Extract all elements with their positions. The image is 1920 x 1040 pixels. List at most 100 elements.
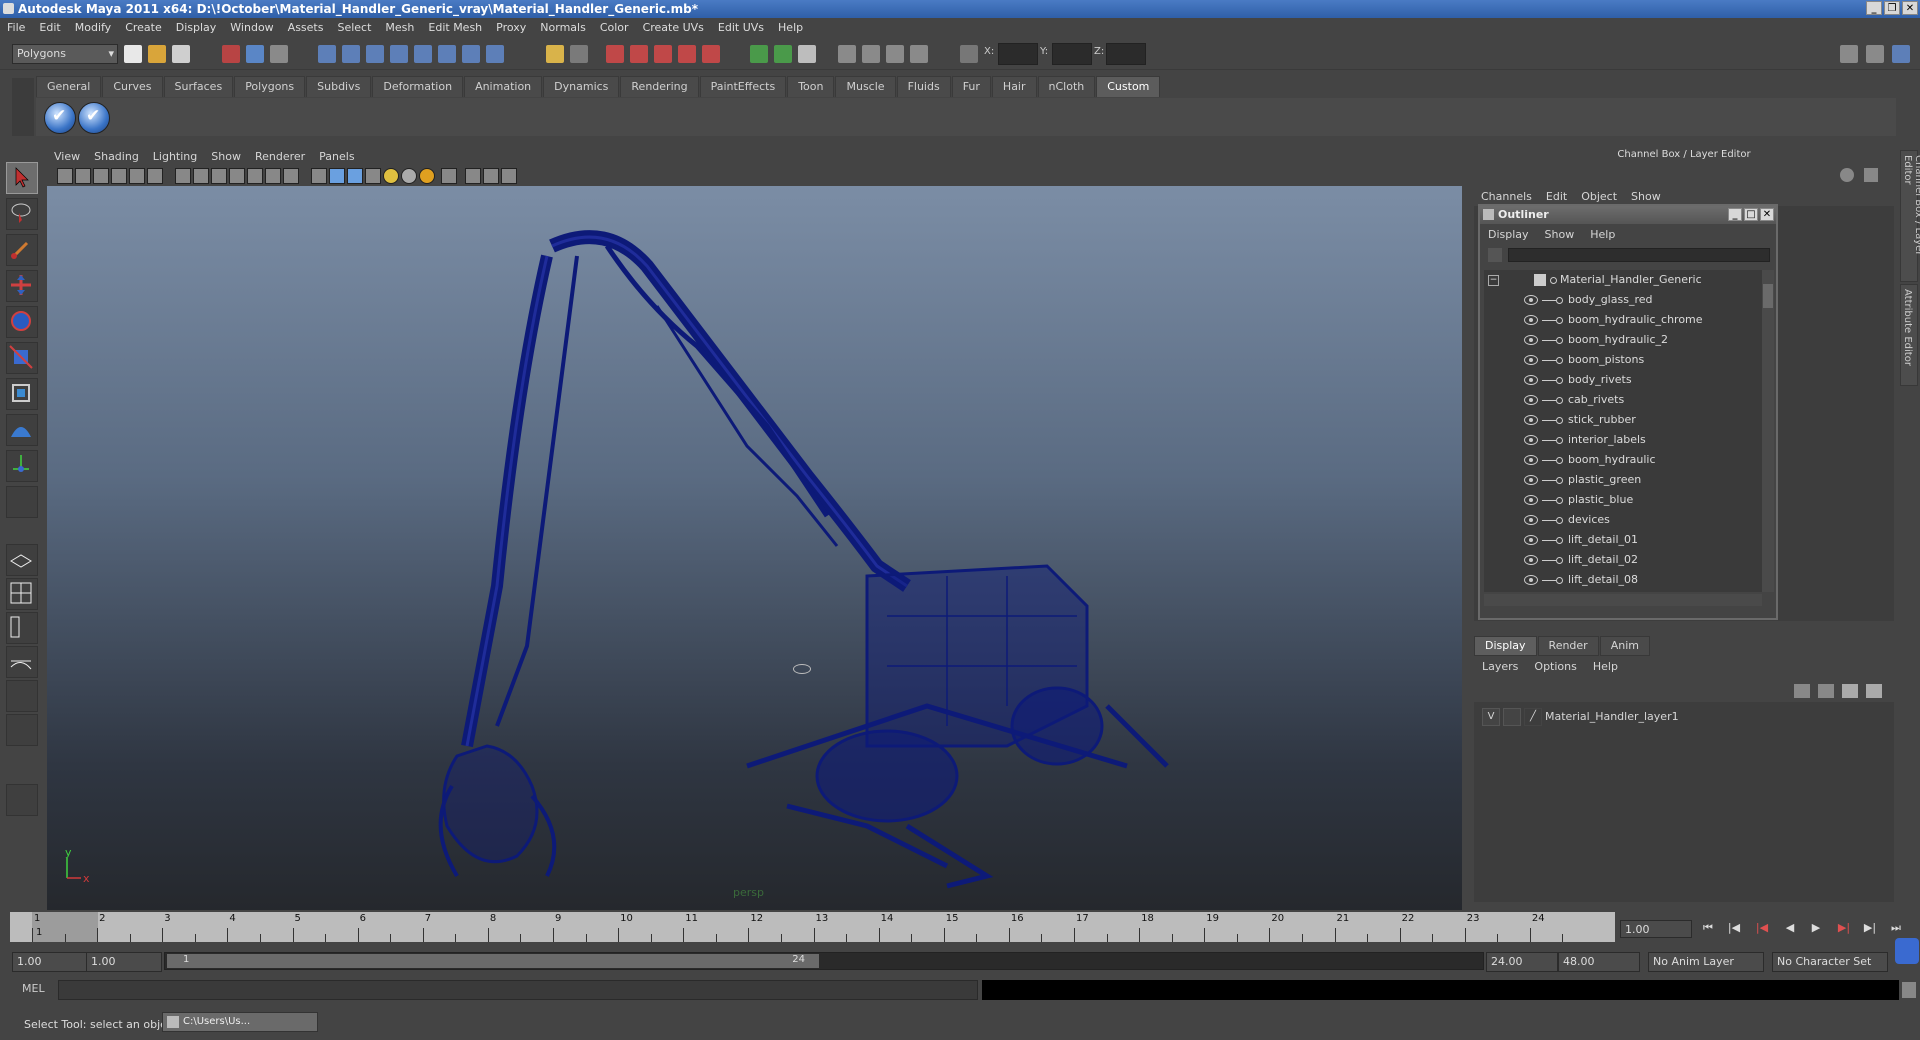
- close-button[interactable]: ✕: [1902, 1, 1918, 15]
- channel-box-pin-icon[interactable]: [1864, 168, 1878, 182]
- restore-button[interactable]: ❐: [1884, 1, 1900, 15]
- outliner-menu-show[interactable]: Show: [1537, 226, 1583, 244]
- minimize-button[interactable]: _: [1866, 1, 1882, 15]
- camera-select-icon[interactable]: [57, 168, 73, 184]
- snap-point-icon[interactable]: [366, 45, 384, 63]
- outliner-item[interactable]: devices: [1484, 510, 1764, 530]
- outliner-filter-icon[interactable]: [1488, 248, 1502, 262]
- perspective-viewport[interactable]: y x persp: [47, 186, 1462, 910]
- menu-proxy[interactable]: Proxy: [489, 18, 533, 38]
- input-ops-icon[interactable]: [570, 45, 588, 63]
- new-empty-layer-icon[interactable]: [1842, 684, 1858, 698]
- tab-toon[interactable]: Toon: [787, 76, 835, 97]
- toggle-attribute-editor-icon[interactable]: [1840, 45, 1858, 63]
- tab-muscle[interactable]: Muscle: [835, 76, 896, 97]
- layer-menu-layers[interactable]: Layers: [1474, 658, 1526, 676]
- panel-menu-panels[interactable]: Panels: [312, 148, 361, 166]
- menu-display[interactable]: Display: [169, 18, 224, 38]
- tab-surfaces[interactable]: Surfaces: [163, 76, 234, 97]
- tab-custom[interactable]: Custom: [1096, 76, 1161, 97]
- menu-help[interactable]: Help: [771, 18, 810, 38]
- tab-attribute-editor[interactable]: Attribute Editor: [1900, 284, 1918, 386]
- outliner-titlebar[interactable]: Outliner _ □ ✕: [1480, 206, 1776, 224]
- paint-select-tool-icon[interactable]: [6, 234, 38, 266]
- panel-menu-lighting[interactable]: Lighting: [146, 148, 204, 166]
- textured-icon[interactable]: [283, 168, 299, 184]
- outliner-horizontal-scrollbar[interactable]: [1484, 594, 1762, 606]
- all-lights-icon[interactable]: [401, 168, 417, 184]
- outliner-maximize-button[interactable]: □: [1744, 208, 1758, 221]
- cb-menu-show[interactable]: Show: [1624, 190, 1668, 203]
- scroll-thumb[interactable]: [1763, 284, 1773, 308]
- outliner-filter-field[interactable]: [1508, 248, 1770, 262]
- soft-modification-icon[interactable]: [6, 414, 38, 446]
- outliner-item[interactable]: body_rivets: [1484, 370, 1764, 390]
- outliner-item[interactable]: boom_pistons: [1484, 350, 1764, 370]
- outliner-item[interactable]: lift_detail_02: [1484, 550, 1764, 570]
- menu-edit-uvs[interactable]: Edit UVs: [711, 18, 771, 38]
- help-icon[interactable]: [486, 45, 504, 63]
- menu-select[interactable]: Select: [330, 18, 378, 38]
- menu-edit[interactable]: Edit: [32, 18, 67, 38]
- share-view-icon[interactable]: [501, 168, 517, 184]
- render-current-icon[interactable]: [750, 45, 768, 63]
- tab-fur[interactable]: Fur: [951, 76, 991, 97]
- grid-toggle-icon[interactable]: [129, 168, 145, 184]
- tab-display-layers[interactable]: Display: [1474, 636, 1537, 656]
- tab-ncloth[interactable]: nCloth: [1037, 76, 1096, 97]
- gate-mask-icon[interactable]: [193, 168, 209, 184]
- time-slider[interactable]: 1 1 2 3 4 5 6 7 8 9 10 11 12 13 14 15 16 17 18 19 20 21 22 23 2…: [10, 912, 1615, 942]
- panel-menu-show[interactable]: Show: [204, 148, 248, 166]
- menu-color[interactable]: Color: [593, 18, 636, 38]
- safe-action-icon[interactable]: [229, 168, 245, 184]
- layout-persp-outliner-icon[interactable]: [6, 612, 38, 644]
- menu-modify[interactable]: Modify: [68, 18, 118, 38]
- tab-hair[interactable]: Hair: [991, 76, 1037, 97]
- panel-menu-shading[interactable]: Shading: [87, 148, 146, 166]
- outliner-item[interactable]: boom_hydraulic_2: [1484, 330, 1764, 350]
- custom-script-1-icon[interactable]: [44, 102, 76, 134]
- layout-persp-hypergraph-icon[interactable]: [6, 714, 38, 746]
- transform-icon[interactable]: [910, 45, 928, 63]
- tab-render-layers[interactable]: Render: [1537, 636, 1599, 656]
- sequence-render-icon[interactable]: [862, 45, 880, 63]
- tab-anim-layers[interactable]: Anim: [1599, 636, 1650, 656]
- tab-general[interactable]: General: [36, 76, 102, 97]
- outliner-item[interactable]: plastic_green: [1484, 470, 1764, 490]
- wireframe-on-shaded-icon[interactable]: [347, 168, 363, 184]
- select-tool-icon[interactable]: [6, 162, 38, 194]
- tab-dynamics[interactable]: Dynamics: [543, 76, 620, 97]
- safe-title-icon[interactable]: [247, 168, 263, 184]
- move-layer-up-icon[interactable]: [1794, 684, 1810, 698]
- layer-color-swatch[interactable]: ╱: [1524, 708, 1542, 726]
- tab-channel-box[interactable]: Channel Box / Layer Editor: [1900, 150, 1920, 282]
- step-back-key-icon[interactable]: |◀: [1752, 920, 1772, 936]
- layout-persp-graph-icon[interactable]: [6, 646, 38, 678]
- layout-single-perspective-icon[interactable]: [6, 544, 38, 576]
- smooth-shade-icon[interactable]: [329, 168, 345, 184]
- shadows-icon[interactable]: [419, 168, 435, 184]
- resolution-gate-icon[interactable]: [175, 168, 191, 184]
- scale-tool-icon[interactable]: [6, 342, 38, 374]
- lasso-tool-icon[interactable]: [6, 198, 38, 230]
- tab-polygons[interactable]: Polygons: [234, 76, 306, 97]
- toggle-hud-icon[interactable]: [265, 168, 281, 184]
- step-forward-frame-icon[interactable]: ▶|: [1860, 920, 1880, 936]
- tab-curves[interactable]: Curves: [102, 76, 163, 97]
- x-field[interactable]: [998, 43, 1038, 65]
- snap-curve-icon[interactable]: [342, 45, 360, 63]
- image-plane-icon[interactable]: [111, 168, 127, 184]
- outliner-menu-help[interactable]: Help: [1582, 226, 1623, 244]
- select-component-icon[interactable]: [270, 45, 288, 63]
- go-to-end-icon[interactable]: ⏭: [1886, 920, 1906, 936]
- step-forward-key-icon[interactable]: ▶|: [1834, 920, 1854, 936]
- ipr-render-icon[interactable]: [774, 45, 792, 63]
- new-scene-icon[interactable]: [124, 45, 142, 63]
- outliner-close-button[interactable]: ✕: [1760, 208, 1774, 221]
- menu-create-uvs[interactable]: Create UVs: [636, 18, 711, 38]
- command-language-label[interactable]: MEL: [22, 982, 45, 995]
- outliner-menu-display[interactable]: Display: [1480, 226, 1537, 244]
- rotate-tool-icon[interactable]: [6, 306, 38, 338]
- universal-manipulator-icon[interactable]: [6, 378, 38, 410]
- history-icon[interactable]: [462, 45, 480, 63]
